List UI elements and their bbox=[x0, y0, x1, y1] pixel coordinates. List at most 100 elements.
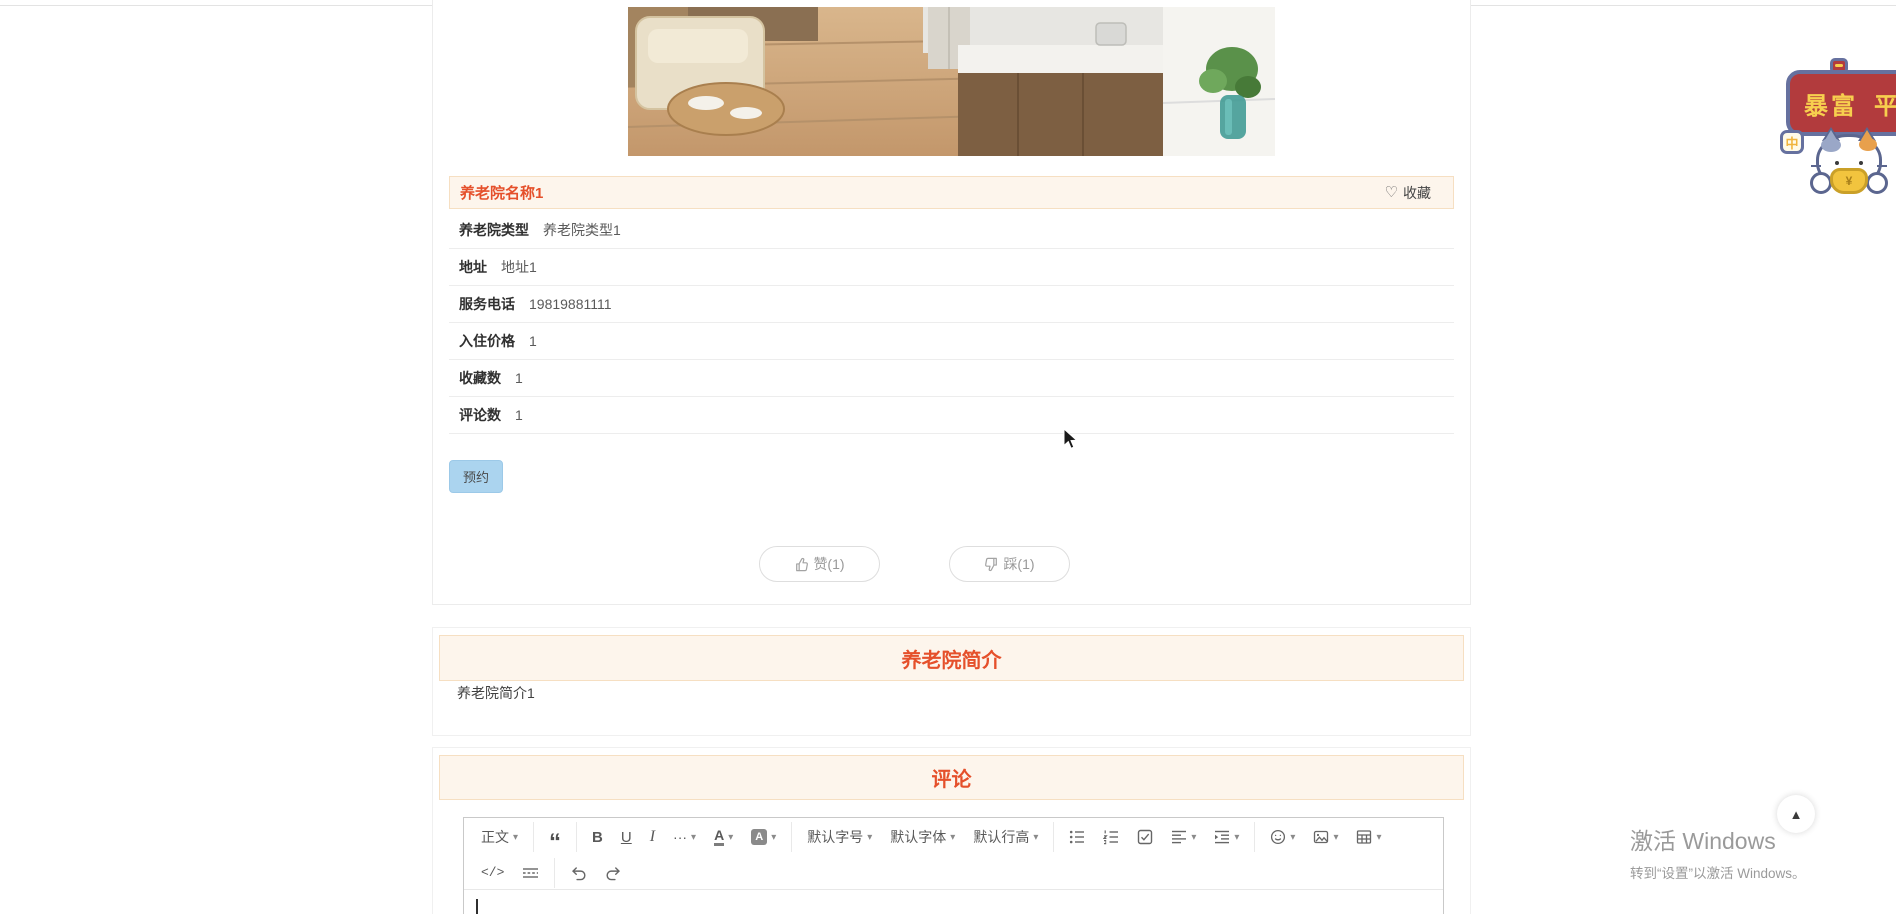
comments-header: 评论 bbox=[439, 755, 1464, 800]
comments-title: 评论 bbox=[931, 769, 972, 791]
cat-eye bbox=[1859, 161, 1863, 165]
comments-section: 评论 正文 ▾ “ B U I ··· ▾ A ▾ A ▾ 默认字号 ▾ 默认字… bbox=[432, 747, 1471, 914]
redo-button[interactable] bbox=[596, 859, 631, 887]
dislike-label: 踩(1) bbox=[1003, 556, 1035, 572]
more-styles-button[interactable]: ··· ▾ bbox=[664, 823, 705, 851]
line-height-label: 默认行高 bbox=[973, 829, 1030, 845]
todo-list-button[interactable] bbox=[1128, 823, 1162, 851]
reserve-button[interactable]: 预约 bbox=[449, 460, 504, 493]
chevron-down-icon: ▾ bbox=[771, 831, 777, 843]
font-family-label: 默认字体 bbox=[890, 829, 947, 845]
font-color-button[interactable]: A ▾ bbox=[705, 823, 742, 851]
emoji-icon bbox=[1271, 829, 1286, 845]
code-view-button[interactable]: </> bbox=[472, 859, 513, 887]
row-value: 1 bbox=[515, 407, 523, 423]
chevron-down-icon: ▾ bbox=[513, 831, 519, 843]
redo-icon bbox=[606, 866, 621, 880]
chevron-down-icon: ▾ bbox=[1033, 831, 1039, 843]
more-icon: ··· bbox=[673, 829, 688, 845]
watermark-line1: 激活 Windows bbox=[1630, 828, 1776, 854]
detail-row-phone: 服务电话 19819881111 bbox=[449, 286, 1454, 323]
favorite-label: 收藏 bbox=[1403, 184, 1431, 201]
cursor-arrow-icon bbox=[1063, 428, 1078, 449]
comment-editor: 正文 ▾ “ B U I ··· ▾ A ▾ A ▾ 默认字号 ▾ 默认字体 ▾… bbox=[463, 817, 1444, 914]
divider-button[interactable] bbox=[513, 859, 548, 887]
comment-input-area[interactable] bbox=[464, 890, 1443, 914]
row-label: 入住价格 bbox=[459, 333, 515, 349]
chevron-down-icon: ▾ bbox=[1376, 831, 1382, 843]
undo-icon bbox=[572, 866, 586, 880]
detail-title-bar: 养老院名称1 ♡ 收藏 bbox=[449, 176, 1454, 209]
page: 养老院名称1 ♡ 收藏 养老院类型 养老院类型1 地址 地址1 服务电话 198… bbox=[0, 0, 1896, 914]
cat-paw bbox=[1866, 172, 1888, 194]
row-value: 1 bbox=[529, 333, 537, 349]
font-size-select[interactable]: 默认字号 ▾ bbox=[798, 823, 881, 851]
row-value: 地址1 bbox=[501, 259, 537, 275]
cat-patch bbox=[1859, 138, 1877, 151]
font-size-label: 默认字号 bbox=[807, 829, 864, 845]
line-height-select[interactable]: 默认行高 ▾ bbox=[964, 823, 1047, 851]
row-label: 服务电话 bbox=[459, 296, 515, 312]
row-value: 1 bbox=[515, 370, 523, 386]
font-family-select[interactable]: 默认字体 ▾ bbox=[881, 823, 964, 851]
chevron-down-icon: ▾ bbox=[1290, 831, 1296, 843]
toolbar-separator bbox=[1053, 822, 1055, 852]
image-icon bbox=[1314, 830, 1329, 844]
sticker-word-2: 平安 bbox=[1874, 92, 1896, 120]
toolbar-separator bbox=[1254, 822, 1256, 852]
table-button[interactable]: ▾ bbox=[1347, 823, 1390, 851]
align-left-icon bbox=[1172, 830, 1187, 844]
thumbs-up-icon bbox=[796, 557, 809, 571]
like-button[interactable]: 赞(1) bbox=[759, 546, 880, 582]
cat-whisker bbox=[1877, 165, 1887, 167]
emoji-button[interactable]: ▾ bbox=[1261, 823, 1304, 851]
chevron-down-icon: ▾ bbox=[867, 831, 873, 843]
watermark-line2: 转到“设置”以激活 Windows。 bbox=[1630, 866, 1806, 881]
cat-paw bbox=[1810, 172, 1832, 194]
detail-row-type: 养老院类型 养老院类型1 bbox=[449, 212, 1454, 249]
align-button[interactable]: ▾ bbox=[1162, 823, 1205, 851]
desktop-pet-sticker: 暴富 平安 中 ¥ bbox=[1778, 52, 1896, 194]
sticker-plaque: 暴富 平安 bbox=[1786, 70, 1896, 136]
chevron-down-icon: ▾ bbox=[950, 831, 956, 843]
sticker-badge: 中 bbox=[1780, 130, 1804, 154]
gold-ingot-icon: ¥ bbox=[1830, 168, 1868, 194]
italic-button[interactable]: I bbox=[641, 823, 664, 851]
toolbar-separator bbox=[791, 822, 793, 852]
favorite-button[interactable]: ♡ 收藏 bbox=[1385, 183, 1431, 203]
detail-row-price: 入住价格 1 bbox=[449, 323, 1454, 360]
ordered-list-button[interactable] bbox=[1094, 823, 1128, 851]
thumbs-down-icon bbox=[985, 557, 998, 571]
undo-button[interactable] bbox=[561, 859, 596, 887]
toolbar-separator bbox=[533, 822, 535, 852]
sticker-word-1: 暴富 bbox=[1804, 92, 1858, 120]
underline-button[interactable]: U bbox=[612, 823, 641, 851]
nursing-home-name: 养老院名称1 bbox=[460, 185, 544, 202]
editor-toolbar-row1: 正文 ▾ “ B U I ··· ▾ A ▾ A ▾ 默认字号 ▾ 默认字体 ▾… bbox=[464, 818, 1443, 856]
chevron-down-icon: ▾ bbox=[728, 831, 734, 843]
cat-patch bbox=[1821, 138, 1841, 152]
paragraph-style-select[interactable]: 正文 ▾ bbox=[472, 823, 527, 851]
blockquote-button[interactable]: “ bbox=[540, 823, 570, 855]
chevron-down-icon: ▾ bbox=[1234, 831, 1240, 843]
chevron-down-icon: ▾ bbox=[1191, 831, 1197, 843]
detail-row-favorites: 收藏数 1 bbox=[449, 360, 1454, 397]
chevron-down-icon: ▾ bbox=[691, 831, 697, 843]
text-cursor bbox=[476, 899, 478, 914]
bold-button[interactable]: B bbox=[583, 823, 612, 851]
horizontal-rule-icon bbox=[523, 867, 539, 878]
indent-button[interactable]: ▾ bbox=[1205, 823, 1248, 851]
detail-rows: 养老院类型 养老院类型1 地址 地址1 服务电话 19819881111 入住价… bbox=[449, 212, 1454, 434]
table-icon bbox=[1357, 830, 1372, 844]
row-value: 19819881111 bbox=[529, 296, 612, 312]
bullet-list-icon bbox=[1070, 830, 1085, 844]
like-label: 赞(1) bbox=[813, 556, 845, 572]
intro-title: 养老院简介 bbox=[901, 649, 1002, 672]
detail-row-comments: 评论数 1 bbox=[449, 397, 1454, 434]
room-photo bbox=[628, 7, 1275, 156]
bullet-list-button[interactable] bbox=[1060, 823, 1094, 851]
row-label: 收藏数 bbox=[459, 370, 501, 386]
image-button[interactable]: ▾ bbox=[1304, 823, 1347, 851]
dislike-button[interactable]: 踩(1) bbox=[949, 546, 1070, 582]
bg-color-button[interactable]: A ▾ bbox=[742, 823, 785, 851]
